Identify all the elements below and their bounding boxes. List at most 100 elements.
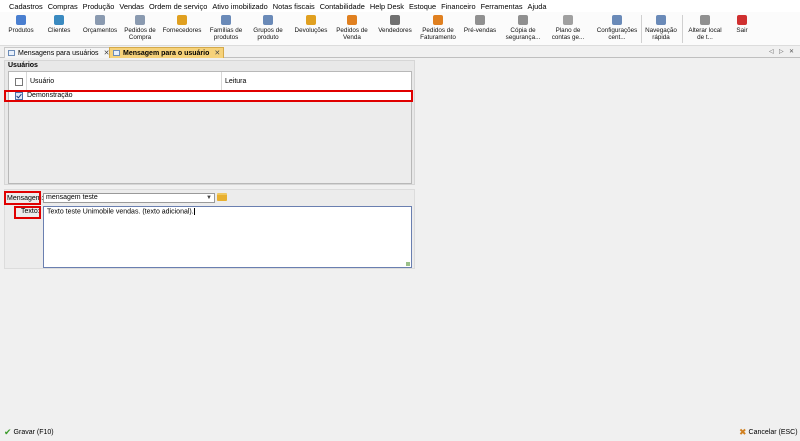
toolbar-separator [682,15,683,43]
toolbar-button-quick-nav[interactable]: Navegação rápida [643,14,679,44]
toolbar-button-returns[interactable]: Devoluções [291,14,331,44]
status-bar: ✔ Gravar (F10) ✖ Cancelar (ESC) [0,425,800,441]
save-button[interactable]: ✔ Gravar (F10) [4,428,54,437]
toolbar-label: Grupos de produto [253,27,283,41]
tab-bar: Mensagens para usuários ✕ Mensagem para … [0,46,800,58]
tab-scroll-left-icon[interactable]: ◁ [769,48,774,55]
toolbar-label: Clientes [47,27,71,34]
menu-item[interactable]: Help Desk [370,2,404,11]
pre-sales-icon [475,15,485,25]
menu-item[interactable]: Vendas [119,2,144,11]
users-grid: Usuário Leitura Demonstração [8,71,412,184]
toolbar-label: Devoluções [294,27,328,34]
product-groups-icon [263,15,273,25]
settings-icon [612,15,622,25]
quick-nav-icon [656,15,666,25]
column-separator [221,72,222,91]
products-icon [16,15,26,25]
menu-item[interactable]: Ajuda [528,2,547,11]
menu-item[interactable]: Estoque [409,2,436,11]
checkmark-icon: ✔ [4,427,12,437]
toolbar-label: Alterar local de t... [688,27,722,41]
texto-textarea[interactable]: Texto teste Unimobile vendas. (texto adi… [43,206,412,268]
toolbar-label: Pré-vendas [463,27,497,34]
toolbar-button-billing-orders[interactable]: Pedidos de Faturamento [416,14,460,44]
toolbar-label: Vendedores [378,27,412,34]
purchase-orders-icon [135,15,145,25]
sales-orders-icon [347,15,357,25]
toolbar-label: Produtos [8,27,34,34]
toolbar-label: Configurações cent... [596,27,638,41]
toolbar-button-sales-orders[interactable]: Pedidos de Venda [331,14,373,44]
column-separator [26,72,27,91]
toolbar-button-change-location[interactable]: Alterar local de t... [684,14,726,44]
cancel-label: Cancelar (ESC) [748,429,798,436]
text-cursor [193,208,195,215]
billing-orders-icon [433,15,443,25]
toolbar-button-product-families[interactable]: Famílias de produtos [206,14,246,44]
tab-label: Mensagens para usuários [18,49,99,57]
toolbar-label: Orçamentos [82,27,118,34]
close-icon[interactable]: ✕ [214,49,220,57]
toolbar-button-suppliers[interactable]: Fornecedores [160,14,204,44]
menu-item[interactable]: Financeiro [441,2,476,11]
window-icon [8,50,15,56]
toolbar-button-products[interactable]: Produtos [4,14,38,44]
returns-icon [306,15,316,25]
toolbar-label: Pedidos de Faturamento [420,27,456,41]
menu-item[interactable]: Ativo imobilizado [212,2,267,11]
toolbar-button-sellers[interactable]: Vendedores [375,14,415,44]
toolbar-label: Fornecedores [162,27,202,34]
menu-item[interactable]: Contabilidade [320,2,365,11]
tab-mensagem-para-o-usuario[interactable]: Mensagem para o usuário ✕ [109,47,225,58]
toolbar-button-exit[interactable]: Sair [727,14,757,44]
toolbar-button-purchase-orders[interactable]: Pedidos de Compra [121,14,159,44]
folder-icon[interactable] [217,193,227,201]
toolbar-button-clients[interactable]: Clientes [42,14,76,44]
menu-item[interactable]: Ferramentas [481,2,523,11]
users-panel: Usuários Usuário Leitura Demonstração [4,60,415,185]
toolbar: Produtos Clientes Orçamentos Pedidos de Com… [0,12,800,46]
sellers-icon [390,15,400,25]
toolbar-button-quotes[interactable]: Orçamentos [80,14,120,44]
backup-icon [518,15,528,25]
mensagem-combo[interactable]: mensagem teste ▼ [43,193,215,203]
tab-scroll-right-icon[interactable]: ▷ [779,48,784,55]
toolbar-label: Cópia de segurança... [505,27,541,41]
toolbar-button-settings[interactable]: Configurações cent... [592,14,642,44]
column-header-leitura[interactable]: Leitura [225,78,246,85]
row-highlight [4,90,413,102]
resize-grip-icon[interactable] [406,262,410,266]
save-label: Gravar (F10) [13,429,54,436]
menu-item[interactable]: Notas fiscais [273,2,315,11]
users-panel-title: Usuários [8,62,38,69]
select-all-checkbox[interactable] [15,78,23,86]
toolbar-button-backup[interactable]: Cópia de segurança... [500,14,546,44]
column-header-usuario[interactable]: Usuário [30,78,54,85]
cancel-button[interactable]: ✖ Cancelar (ESC) [739,428,798,437]
toolbar-button-product-groups[interactable]: Grupos de produto [248,14,288,44]
message-form: Mensagem: mensagem teste ▼ Texto: Texto … [4,189,415,269]
toolbar-label: Pedidos de Compra [124,27,156,41]
tab-label: Mensagem para o usuário [123,49,210,57]
toolbar-label: Sair [736,27,748,34]
exit-icon [737,15,747,25]
suppliers-icon [177,15,187,25]
tab-close-all-icon[interactable]: ✕ [789,48,794,55]
toolbar-label: Famílias de produtos [209,27,243,41]
menu-item[interactable]: Ordem de serviço [149,2,207,11]
tab-mensagens-para-usuarios[interactable]: Mensagens para usuários ✕ [4,47,114,58]
toolbar-label: Navegação rápida [645,27,677,41]
toolbar-button-chart-of-accounts[interactable]: Plano de contas ge... [547,14,589,44]
menu-item[interactable]: Cadastros [9,2,43,11]
menu-item[interactable]: Produção [83,2,115,11]
menu-item[interactable]: Compras [48,2,78,11]
clients-icon [54,15,64,25]
texto-label-highlight [14,206,41,219]
grid-header: Usuário Leitura [9,72,411,91]
toolbar-button-pre-sales[interactable]: Pré-vendas [462,14,498,44]
chevron-down-icon[interactable]: ▼ [206,194,212,202]
window-icon [113,50,120,56]
menu-bar: Cadastros Compras Produção Vendas Ordem de s… [0,0,800,12]
cancel-icon: ✖ [739,427,747,437]
